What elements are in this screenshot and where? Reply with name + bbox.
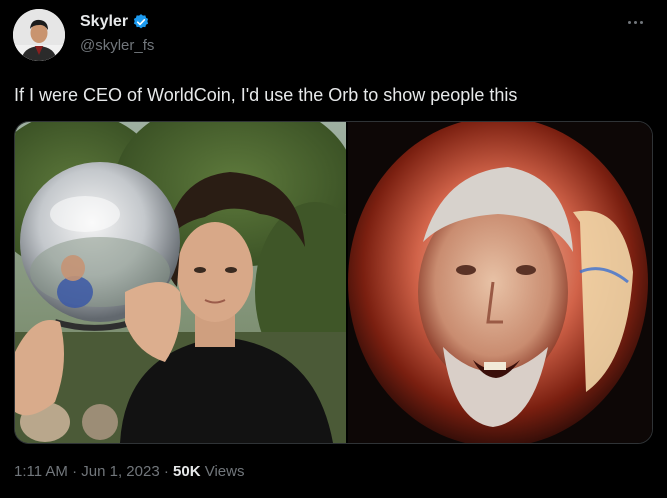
tweet-meta: 1:11 AM · Jun 1, 2023 · 50K Views xyxy=(14,462,244,482)
media-image-face[interactable] xyxy=(348,122,652,443)
views-label: Views xyxy=(204,463,245,480)
views-count: 50K xyxy=(173,463,201,480)
author-display-name[interactable]: Skyler xyxy=(80,12,128,32)
tweet-date[interactable]: Jun 1, 2023 xyxy=(81,463,159,480)
author-handle[interactable]: @skyler_fs xyxy=(80,36,154,56)
more-dot xyxy=(633,20,637,24)
more-dot xyxy=(639,20,643,24)
more-horizontal-icon[interactable] xyxy=(621,10,649,34)
tweet-text: If I were CEO of WorldCoin, I'd use the … xyxy=(14,85,518,105)
verified-badge-icon xyxy=(132,13,150,31)
tweet-time[interactable]: 1:11 AM xyxy=(14,463,68,480)
tweet-media[interactable] xyxy=(14,121,653,444)
avatar[interactable] xyxy=(13,9,65,61)
meta-separator: · xyxy=(72,463,78,480)
meta-separator: · xyxy=(163,463,169,480)
tweet-card: Skyler @skyler_fs If I were CEO of World… xyxy=(0,0,667,498)
media-image-orb[interactable] xyxy=(15,122,346,443)
more-dot xyxy=(627,20,631,24)
author-name-row: Skyler xyxy=(80,12,150,32)
